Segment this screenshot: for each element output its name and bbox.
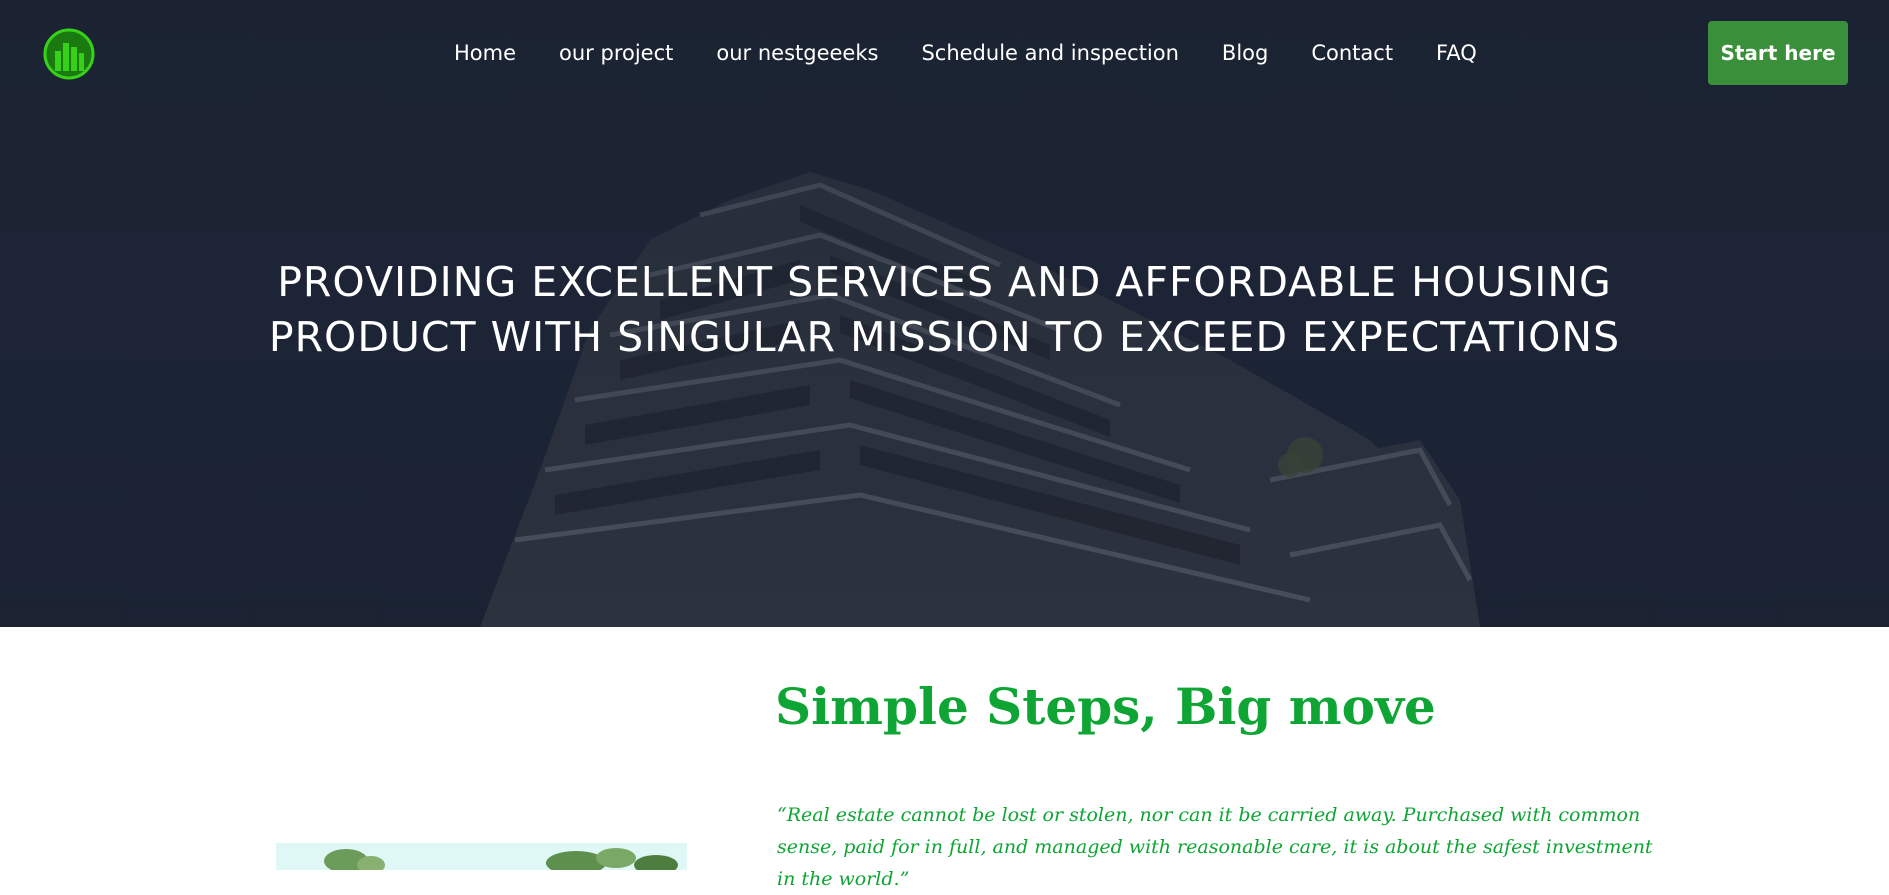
hero-title-line-1: PROVIDING EXCELLENT SERVICES AND AFFORDA… [277, 258, 1612, 306]
section-title: Simple Steps, Big move [775, 677, 1436, 736]
nav-our-project[interactable]: our project [559, 41, 673, 65]
nav-schedule-inspection[interactable]: Schedule and inspection [921, 41, 1178, 65]
nav-faq[interactable]: FAQ [1436, 41, 1477, 65]
green-building-circle-icon[interactable] [42, 27, 96, 81]
nav-contact[interactable]: Contact [1311, 41, 1393, 65]
nav-blog[interactable]: Blog [1222, 41, 1268, 65]
nav-our-nestgeeeks[interactable]: our nestgeeeks [716, 41, 878, 65]
hero-title: PROVIDING EXCELLENT SERVICES AND AFFORDA… [200, 255, 1689, 365]
start-here-button[interactable]: Start here [1708, 21, 1848, 85]
plant-leaves-graphic [276, 843, 687, 870]
real-estate-quote: “Real estate cannot be lost or stolen, n… [777, 804, 1653, 890]
nav-home[interactable]: Home [454, 41, 516, 65]
main-nav: Home our project our nestgeeeks Schedule… [454, 38, 1477, 68]
hero-title-line-2: PRODUCT WITH SINGULAR MISSION TO EXCEED … [268, 313, 1621, 361]
hero-banner: Home our project our nestgeeeks Schedule… [0, 0, 1889, 627]
plants-image [276, 843, 687, 870]
